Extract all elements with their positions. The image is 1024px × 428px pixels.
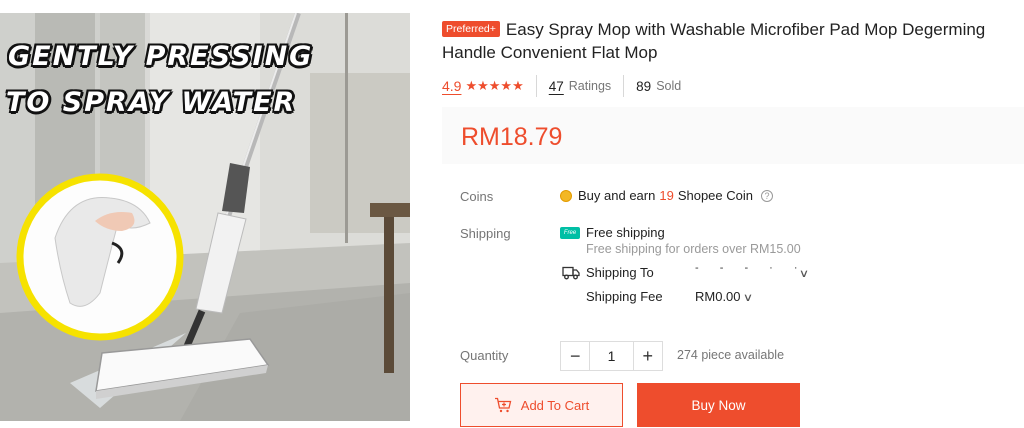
price-section: RM18.79 bbox=[442, 107, 1024, 164]
star-icon: ★★★★★ bbox=[465, 78, 524, 93]
quantity-stepper: − 1 + bbox=[560, 341, 663, 371]
truck-icon bbox=[562, 266, 580, 280]
chevron-down-icon[interactable]: ∨ bbox=[743, 291, 753, 304]
stats-divider bbox=[623, 75, 625, 97]
coin-icon bbox=[560, 189, 572, 202]
quantity-label: Quantity bbox=[460, 348, 509, 363]
ratings-label: Ratings bbox=[568, 79, 612, 93]
quantity-input[interactable]: 1 bbox=[589, 342, 634, 370]
shipping-label: Shipping bbox=[460, 226, 511, 241]
image-caption-line-1: GENTLY PRESSING bbox=[8, 41, 314, 72]
help-icon[interactable]: ? bbox=[760, 189, 773, 202]
shipping-fee-value[interactable]: RM0.00 bbox=[695, 289, 741, 304]
buy-now-button[interactable]: Buy Now bbox=[637, 383, 800, 427]
product-info-panel: Preferred+ Easy Spray Mop with Washable M… bbox=[442, 0, 1024, 428]
product-image[interactable]: GENTLY PRESSING TO SPRAY WATER bbox=[0, 13, 410, 421]
coins-text-before: Buy and earn bbox=[578, 188, 656, 203]
coins-label: Coins bbox=[460, 189, 494, 204]
shipping-fee-label: Shipping Fee bbox=[586, 289, 663, 304]
stock-available: 274 piece available bbox=[677, 348, 785, 362]
shipping-to-label: Shipping To bbox=[586, 265, 654, 280]
product-title-text: Easy Spray Mop with Washable Microfiber … bbox=[442, 20, 986, 62]
preferred-plus-badge: Preferred+ bbox=[442, 21, 500, 37]
free-shipping-icon: Free bbox=[560, 227, 580, 239]
sold-count: 89 bbox=[636, 78, 652, 94]
quantity-decrease-button[interactable]: − bbox=[561, 342, 589, 370]
shipping-to-value[interactable]: - - - · · bbox=[695, 262, 807, 274]
add-to-cart-label: Add To Cart bbox=[520, 397, 590, 413]
product-stats: 4.9 ★★★★★ 47 Ratings 89 Sold bbox=[442, 75, 682, 97]
image-caption-line-2: TO SPRAY WATER bbox=[6, 87, 297, 118]
add-to-cart-button[interactable]: Add To Cart bbox=[460, 383, 623, 427]
ratings-count[interactable]: 47 bbox=[549, 79, 564, 94]
chevron-down-icon[interactable]: ∨ bbox=[799, 267, 809, 280]
coins-text-after: Shopee Coin bbox=[677, 188, 753, 203]
coins-amount: 19 bbox=[659, 188, 674, 203]
sold-label: Sold bbox=[656, 79, 682, 93]
product-price: RM18.79 bbox=[461, 123, 563, 151]
rating-value[interactable]: 4.9 bbox=[442, 78, 461, 94]
cart-icon bbox=[494, 397, 512, 413]
free-shipping-condition: Free shipping for orders over RM15.00 bbox=[586, 242, 801, 256]
mop-photo bbox=[0, 13, 410, 421]
free-shipping-title: Free shipping bbox=[586, 225, 665, 240]
stats-divider bbox=[535, 75, 537, 97]
product-title: Preferred+ Easy Spray Mop with Washable M… bbox=[442, 18, 1022, 64]
quantity-increase-button[interactable]: + bbox=[634, 342, 662, 370]
coins-info: Buy and earn 19 Shopee Coin ? bbox=[560, 188, 773, 203]
